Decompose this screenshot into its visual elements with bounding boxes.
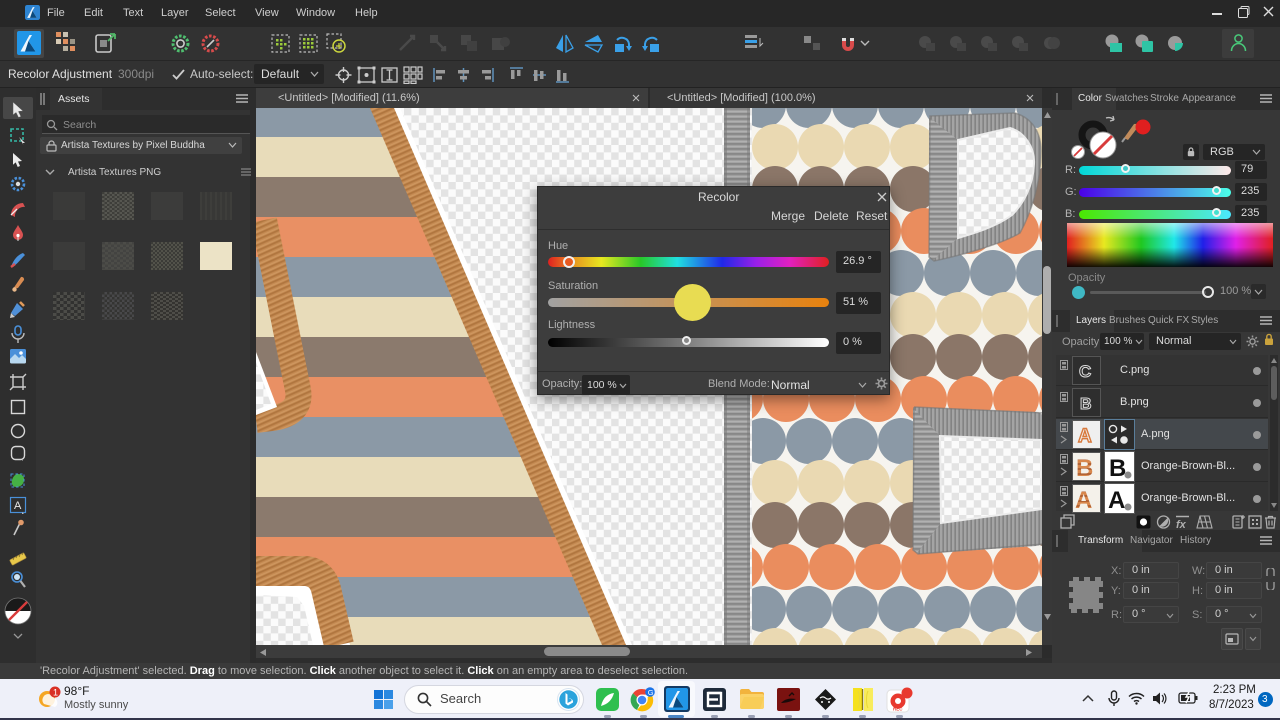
svg-text:A: A [1075,487,1092,512]
svg-text:A: A [14,500,22,512]
svg-text:B: B [1076,455,1093,480]
svg-text:A: A [1078,426,1092,447]
svg-text:B: B [1080,396,1092,413]
svg-text:C: C [1079,362,1091,381]
svg-text:fx: fx [1176,519,1187,529]
svg-text:REC: REC [893,707,903,712]
svg-text:A: A [1108,487,1125,512]
svg-text:B: B [1109,455,1126,480]
svg-text:G: G [648,688,654,697]
svg-text:1: 1 [53,688,58,698]
